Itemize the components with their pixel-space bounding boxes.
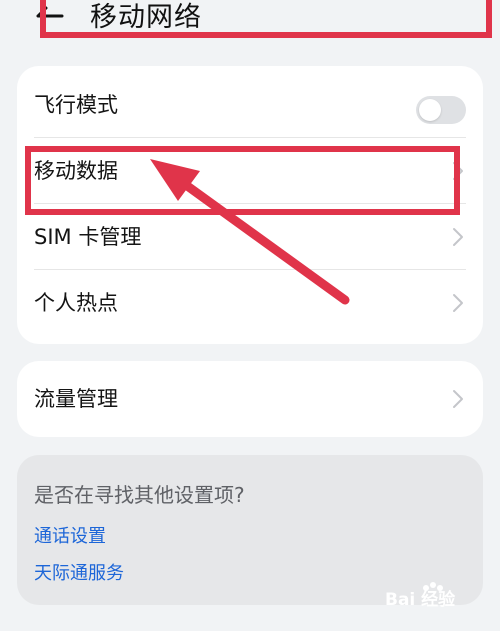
settings-row-airplane-mode[interactable]: 飞行模式 — [17, 72, 483, 138]
toggle-knob — [419, 99, 441, 121]
call-settings-link[interactable]: 通话设置 — [34, 522, 106, 548]
baidu-watermark-logo: Bai 经验 — [385, 582, 456, 610]
airplane-mode-label: 飞行模式 — [34, 93, 118, 117]
chevron-right-icon — [453, 390, 463, 408]
watermark-text: Bai 经验 — [385, 589, 456, 610]
chevron-right-icon — [453, 294, 463, 312]
chevron-right-icon — [453, 228, 463, 246]
settings-row-personal-hotspot[interactable]: 个人热点 — [17, 270, 483, 336]
annotation-box-mobile-data — [25, 146, 460, 215]
traffic-card: 流量管理 — [17, 361, 483, 437]
traffic-management-label: 流量管理 — [34, 387, 118, 411]
airplane-mode-toggle[interactable] — [416, 96, 466, 124]
suggestions-title: 是否在寻找其他设置项? — [34, 483, 245, 507]
personal-hotspot-label: 个人热点 — [34, 291, 118, 315]
tianjitong-service-link[interactable]: 天际通服务 — [34, 559, 124, 585]
annotation-box-title — [40, 0, 492, 38]
settings-row-traffic-management[interactable]: 流量管理 — [17, 366, 483, 432]
